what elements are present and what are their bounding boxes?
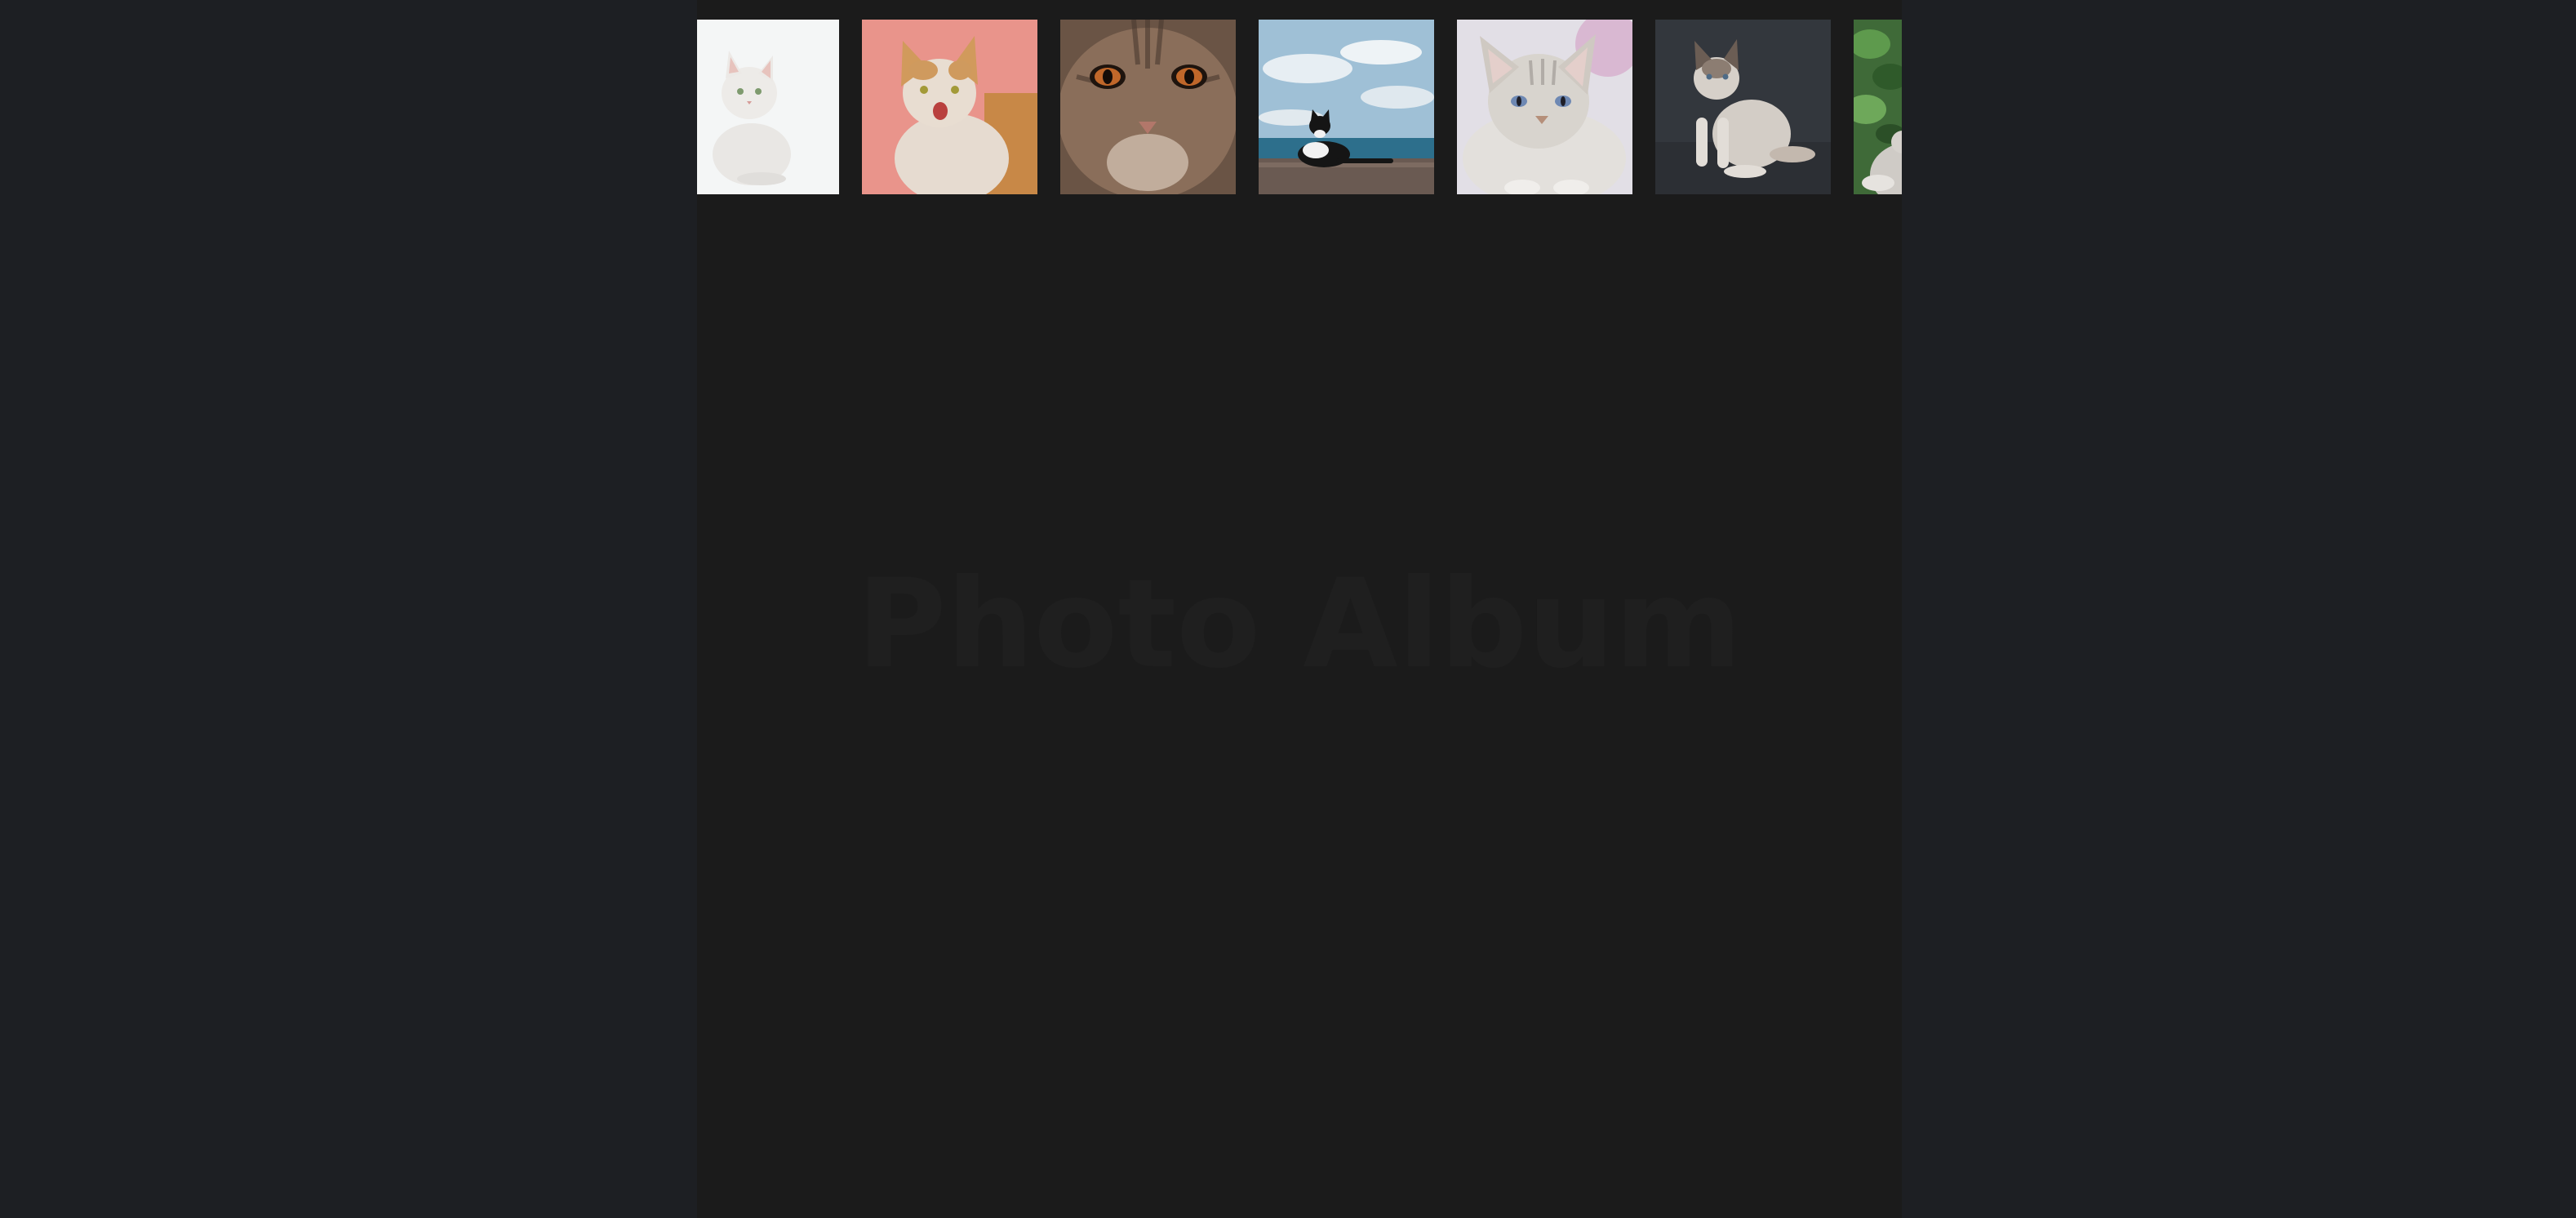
cat-photo-7[interactable] [1854, 20, 1902, 194]
cat-photo-4[interactable] [1259, 20, 1434, 194]
cat-photo-5[interactable] [1457, 20, 1632, 194]
cat-photo-1-image [697, 20, 839, 194]
photo-strip[interactable] [697, 20, 1902, 194]
cat-photo-1[interactable] [697, 20, 839, 194]
cat-photo-4-image [1259, 20, 1434, 194]
cat-photo-3-image [1060, 20, 1236, 194]
cat-photo-3[interactable] [1060, 20, 1236, 194]
cat-photo-6-image [1655, 20, 1831, 194]
cat-photo-5-image [1457, 20, 1632, 194]
photo-album-panel: Photo Album [697, 0, 1902, 1218]
page: Cat Photo Album Photo Album [0, 0, 2576, 1218]
cat-photo-2[interactable] [862, 20, 1037, 194]
album-watermark: Photo Album [856, 553, 1743, 696]
cat-photo-2-image [862, 20, 1037, 194]
cat-photo-7-image [1854, 20, 1902, 194]
cat-photo-6[interactable] [1655, 20, 1831, 194]
